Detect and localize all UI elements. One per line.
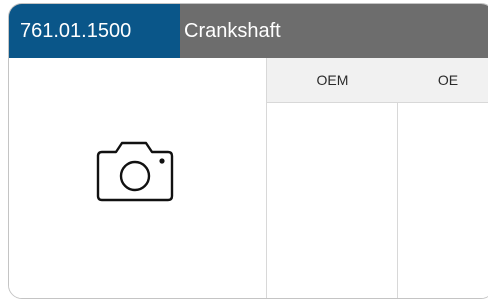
column-header-oe: OE xyxy=(398,58,488,103)
part-name: Crankshaft xyxy=(184,20,281,42)
reference-table: OEM OE xyxy=(266,58,488,298)
column-divider xyxy=(266,102,267,298)
product-image-placeholder xyxy=(9,58,266,298)
part-number: 761.01.1500 xyxy=(9,4,180,58)
column-divider xyxy=(397,102,398,298)
card-header: 761.01.1500 Crankshaft xyxy=(9,4,488,58)
camera-icon xyxy=(96,141,174,202)
column-header-oem: OEM xyxy=(266,58,398,103)
product-card: 761.01.1500 Crankshaft OEM OE xyxy=(8,3,488,299)
